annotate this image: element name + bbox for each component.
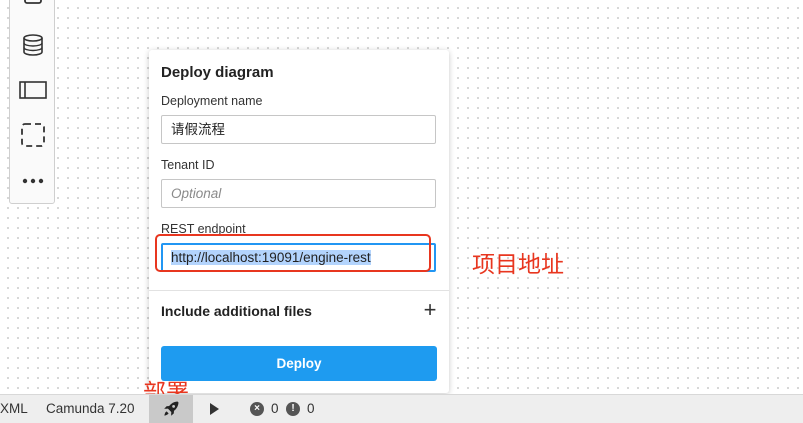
deployment-name-label: Deployment name [161,94,263,108]
warning-count[interactable]: 0 [307,395,315,423]
play-icon[interactable] [206,401,222,417]
deploy-button[interactable]: Deploy [161,346,437,381]
add-files-icon[interactable]: + [419,299,441,321]
participant-icon[interactable] [19,76,47,104]
tenant-id-input[interactable]: Optional [161,179,436,208]
endpoint-highlight-box [155,234,431,272]
group-icon[interactable] [19,121,47,149]
deployment-name-input[interactable]: 请假流程 [161,115,436,144]
tenant-id-label: Tenant ID [161,158,215,172]
status-bar: XML Camunda 7.20 × 0 ! 0 [0,394,803,423]
deploy-rocket-button[interactable] [149,395,193,423]
overlay-divider [149,290,449,291]
deploy-overlay: Deploy diagram Deployment name 请假流程 Tena… [149,50,449,393]
engine-version[interactable]: Camunda 7.20 [46,395,135,423]
more-icon[interactable] [19,167,47,195]
endpoint-annotation: 项目地址 [472,251,564,277]
task-icon[interactable] [19,0,47,19]
warning-icon: ! [286,402,300,416]
rocket-icon [164,401,179,416]
include-files-label[interactable]: Include additional files [161,303,312,319]
overlay-title: Deploy diagram [161,64,274,81]
xml-tab[interactable]: XML [0,395,28,423]
data-store-icon[interactable] [19,31,47,59]
error-icon: × [250,402,264,416]
error-count[interactable]: 0 [271,395,279,423]
tool-palette [9,0,55,204]
